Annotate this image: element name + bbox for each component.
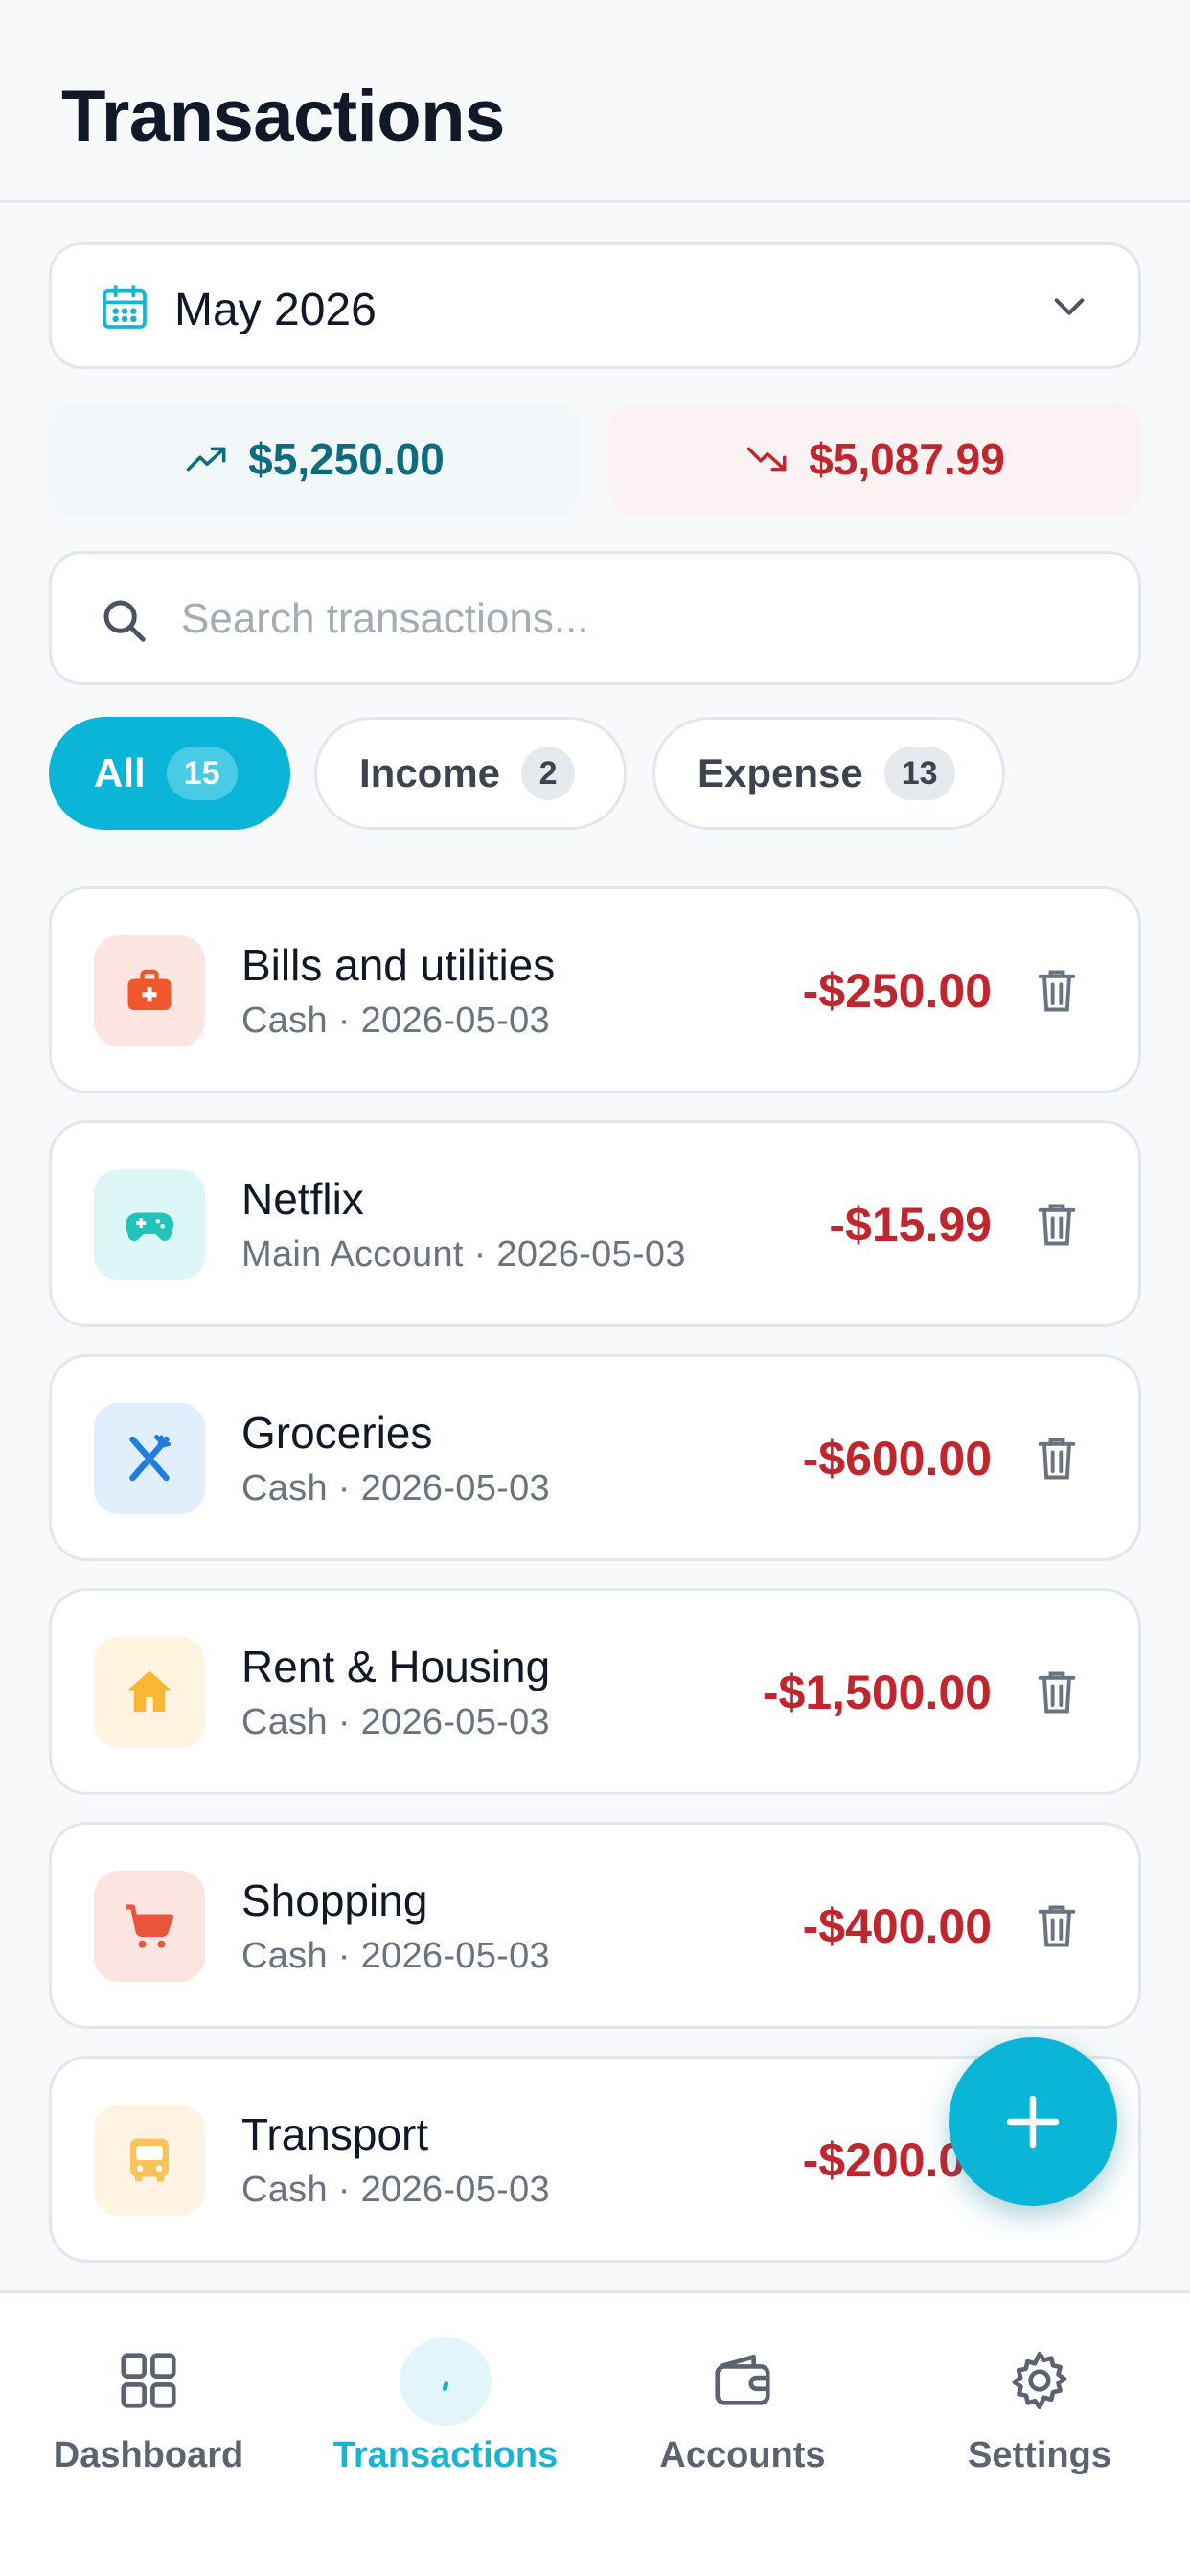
transaction-amount: -$1,500.00 xyxy=(762,1666,992,1719)
medkit-icon xyxy=(94,935,205,1046)
trash-icon[interactable] xyxy=(1035,1434,1079,1484)
transaction-name: Shopping xyxy=(241,1875,428,1925)
filter-count-badge: 13 xyxy=(883,747,955,800)
cart-icon xyxy=(94,1871,205,1982)
page-title: Transactions xyxy=(61,76,505,157)
transaction-amount: -$600.00 xyxy=(802,1432,992,1485)
wallet-icon xyxy=(715,2354,770,2405)
income-summary: $5,250.00 xyxy=(49,402,581,516)
transaction-name: Netflix xyxy=(241,1174,364,1224)
transaction-row[interactable]: Rent & Housing Cash · 2026-05-03 -$1,500… xyxy=(49,1588,1141,1795)
transaction-row[interactable]: Netflix Main Account · 2026-05-03 -$15.9… xyxy=(49,1120,1141,1327)
nav-label: Dashboard xyxy=(53,2435,244,2475)
transaction-row[interactable]: Groceries Cash · 2026-05-03 -$600.00 xyxy=(49,1354,1141,1561)
transaction-name: Rent & Housing xyxy=(241,1642,551,1691)
filter-label: Income xyxy=(359,750,501,795)
search-input[interactable] xyxy=(181,583,1101,656)
trash-icon[interactable] xyxy=(1035,1668,1079,1717)
nav-label: Accounts xyxy=(659,2435,826,2475)
nav-transactions[interactable]: Transactions xyxy=(297,2293,594,2576)
filter-label: Expense xyxy=(698,750,863,795)
app-header: Transactions xyxy=(0,0,1190,203)
plus-icon xyxy=(1006,2095,1060,2149)
nav-accounts[interactable]: Accounts xyxy=(594,2293,891,2576)
filter-count-badge: 2 xyxy=(521,747,576,800)
transaction-name: Groceries xyxy=(241,1408,433,1458)
transaction-meta: Cash · 2026-05-03 xyxy=(241,1936,550,1976)
transaction-meta: Cash · 2026-05-03 xyxy=(241,2170,550,2210)
bus-icon xyxy=(94,2104,205,2216)
transaction-amount: -$400.00 xyxy=(802,1899,992,1953)
trending-down-icon xyxy=(746,447,787,472)
filter-count-badge: 15 xyxy=(166,747,238,800)
expense-total: $5,087.99 xyxy=(809,434,1005,484)
trending-up-icon xyxy=(186,447,226,472)
transaction-meta: Main Account · 2026-05-03 xyxy=(241,1234,686,1275)
transaction-meta: Cash · 2026-05-03 xyxy=(241,1000,550,1041)
grid-icon xyxy=(121,2353,176,2408)
transaction-name: Transport xyxy=(241,2109,429,2159)
trash-icon[interactable] xyxy=(1035,1901,1079,1951)
nav-dashboard[interactable]: Dashboard xyxy=(0,2293,297,2576)
filter-income[interactable]: Income 2 xyxy=(314,717,627,830)
transaction-meta: Cash · 2026-05-03 xyxy=(241,1468,550,1508)
filter-expense[interactable]: Expense 13 xyxy=(652,717,1005,830)
transaction-name: Bills and utilities xyxy=(241,940,556,990)
transaction-amount: -$250.00 xyxy=(802,964,992,1018)
transaction-row[interactable]: Bills and utilities Cash · 2026-05-03 -$… xyxy=(49,886,1141,1093)
nav-settings[interactable]: Settings xyxy=(891,2293,1188,2576)
income-total: $5,250.00 xyxy=(248,434,445,484)
transaction-row[interactable]: Shopping Cash · 2026-05-03 -$400.00 xyxy=(49,1822,1141,2029)
nav-label: Transactions xyxy=(332,2435,559,2475)
search-icon xyxy=(103,600,146,642)
filter-all[interactable]: All 15 xyxy=(49,717,290,830)
nav-label: Settings xyxy=(968,2435,1111,2475)
utensils-icon xyxy=(94,1403,205,1514)
filter-label: All xyxy=(94,750,146,795)
expense-summary: $5,087.99 xyxy=(609,402,1141,516)
calendar-icon xyxy=(103,285,147,329)
transactions-screen: Transactions May 2026 $5,250.00 $5,087.9… xyxy=(0,0,1190,2576)
transaction-meta: Cash · 2026-05-03 xyxy=(241,1702,550,1742)
add-transaction-button[interactable] xyxy=(949,2037,1117,2206)
gear-icon xyxy=(1012,2351,1067,2410)
chevron-down-icon xyxy=(1054,298,1085,315)
trash-icon[interactable] xyxy=(1035,966,1079,1016)
gamepad-icon xyxy=(94,1169,205,1280)
month-label: May 2026 xyxy=(174,285,377,335)
transaction-amount: -$15.99 xyxy=(829,1198,992,1252)
month-selector[interactable]: May 2026 xyxy=(49,242,1141,369)
house-icon xyxy=(94,1637,205,1748)
search-bar[interactable] xyxy=(49,551,1141,685)
trash-icon[interactable] xyxy=(1035,1200,1079,1250)
bottom-navigation: Dashboard Transactions Accounts Settings xyxy=(0,2290,1190,2576)
